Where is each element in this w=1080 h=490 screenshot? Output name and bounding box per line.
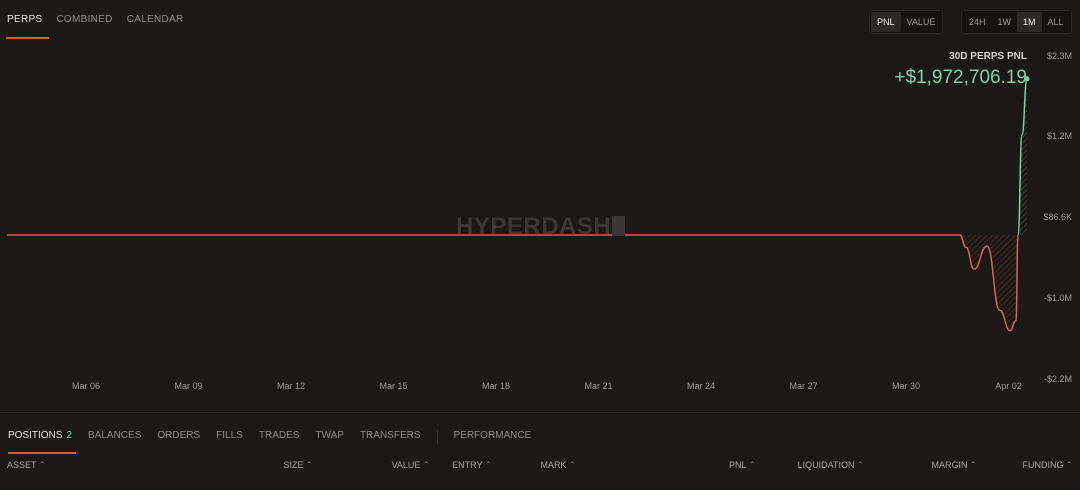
value-toggle-button[interactable]: VALUE: [901, 12, 942, 32]
col-funding-label: FUNDING: [1022, 460, 1064, 470]
col-size[interactable]: SIZE ⌃: [283, 460, 313, 471]
range-1m-button[interactable]: 1M: [1017, 12, 1042, 32]
tab-orders[interactable]: ORDERS: [149, 420, 208, 453]
top-tabs: PERPS COMBINED CALENDAR: [0, 0, 191, 39]
col-value[interactable]: VALUE ⌃: [392, 460, 430, 471]
sort-icon: ⌃: [422, 460, 430, 470]
x-tick-label: Mar 21: [584, 381, 612, 391]
col-entry[interactable]: ENTRY ⌃: [452, 460, 492, 471]
x-tick-label: Mar 12: [277, 381, 305, 391]
positions-table-header: ASSET ⌃ SIZE ⌃ VALUE ⌃ ENTRY ⌃ MARK ⌃ PNL ⌃ LI…: [0, 458, 1080, 474]
col-funding[interactable]: FUNDING ⌃: [1022, 460, 1073, 471]
col-asset-label: ASSET: [7, 460, 37, 470]
col-asset[interactable]: ASSET ⌃: [7, 460, 46, 471]
bottom-tabs: POSITIONS 2 BALANCES ORDERS FILLS TRADES …: [0, 420, 539, 454]
sort-icon: ⌃: [305, 460, 313, 470]
sort-icon: ⌃: [969, 460, 977, 470]
pnl-summary-title: 30D PERPS PNL: [949, 51, 1027, 62]
x-tick-label: Mar 27: [789, 381, 817, 391]
range-toggle: 24H 1W 1M ALL: [961, 10, 1072, 34]
tab-trades[interactable]: TRADES: [251, 420, 308, 453]
tab-balances[interactable]: BALANCES: [80, 420, 149, 453]
watermark-text: HYPERDASH: [456, 213, 612, 240]
x-tick-label: Mar 30: [892, 381, 920, 391]
tab-twap[interactable]: TWAP: [307, 420, 352, 453]
sort-icon: ⌃: [1065, 460, 1073, 470]
x-axis: Mar 06 Mar 09 Mar 12 Mar 15 Mar 18 Mar 21 Mar …: [72, 381, 1022, 391]
y-tick-label: $86.6K: [1043, 212, 1072, 222]
tab-calendar[interactable]: CALENDAR: [120, 0, 191, 38]
col-pnl-label: PNL: [728, 460, 747, 470]
col-value-label: VALUE: [391, 460, 421, 470]
table-row[interactable]: [0, 482, 1080, 490]
col-margin[interactable]: MARGIN ⌃: [931, 460, 977, 471]
x-tick-label: Apr 02: [995, 381, 1022, 391]
col-margin-label: MARGIN: [931, 460, 968, 470]
col-liquidation[interactable]: LIQUIDATION ⌃: [798, 460, 864, 471]
x-tick-label: Mar 18: [482, 381, 510, 391]
sort-icon: ⌃: [748, 460, 756, 470]
sort-icon: ⌃: [568, 460, 576, 470]
pnl-lines: [7, 76, 1030, 332]
y-tick-label: $2.3M: [1047, 51, 1072, 61]
tab-performance[interactable]: PERFORMANCE: [446, 420, 540, 453]
x-tick-label: Mar 09: [174, 381, 202, 391]
col-pnl[interactable]: PNL ⌃: [729, 460, 756, 471]
col-mark-label: MARK: [540, 460, 567, 470]
sort-icon: ⌃: [484, 460, 492, 470]
col-liquidation-label: LIQUIDATION: [797, 460, 855, 470]
watermark-logo: HYPERDASH: [456, 213, 626, 241]
col-size-label: SIZE: [283, 460, 304, 470]
tab-positions-label: POSITIONS: [8, 430, 63, 441]
positions-count-badge: 2: [66, 430, 73, 441]
col-entry-label: ENTRY: [452, 460, 483, 470]
pnl-toggle-button[interactable]: PNL: [871, 12, 901, 32]
x-tick-label: Mar 15: [379, 381, 407, 391]
col-mark[interactable]: MARK ⌃: [540, 460, 576, 471]
cursor-block-icon: [612, 216, 626, 236]
tab-perps[interactable]: PERPS: [0, 0, 50, 39]
pnl-summary-value: +$1,972,706.19: [894, 67, 1027, 88]
y-tick-label: -$2.2M: [1044, 374, 1072, 384]
x-tick-label: Mar 24: [687, 381, 715, 391]
tab-fills[interactable]: FILLS: [208, 420, 251, 453]
y-tick-label: -$1.0M: [1044, 293, 1072, 303]
y-axis: $2.3M $1.2M $86.6K -$1.0M -$2.2M: [1043, 51, 1072, 384]
x-tick-label: Mar 06: [72, 381, 100, 391]
sort-icon: ⌃: [38, 460, 47, 470]
sort-icon: ⌃: [856, 460, 864, 470]
range-all-button[interactable]: ALL: [1042, 12, 1070, 32]
tab-separator: [436, 430, 438, 444]
tab-combined[interactable]: COMBINED: [49, 0, 119, 38]
metric-toggle: PNL VALUE: [869, 10, 944, 34]
negative-pnl-area: [955, 235, 1018, 331]
range-24h-button[interactable]: 24H: [963, 12, 992, 32]
section-divider: [0, 412, 1080, 413]
tab-transfers[interactable]: TRANSFERS: [352, 420, 429, 453]
tab-positions[interactable]: POSITIONS 2: [0, 420, 80, 454]
y-tick-label: $1.2M: [1047, 131, 1072, 141]
range-1w-button[interactable]: 1W: [992, 12, 1018, 32]
negative-pnl-line: [7, 234, 1019, 332]
